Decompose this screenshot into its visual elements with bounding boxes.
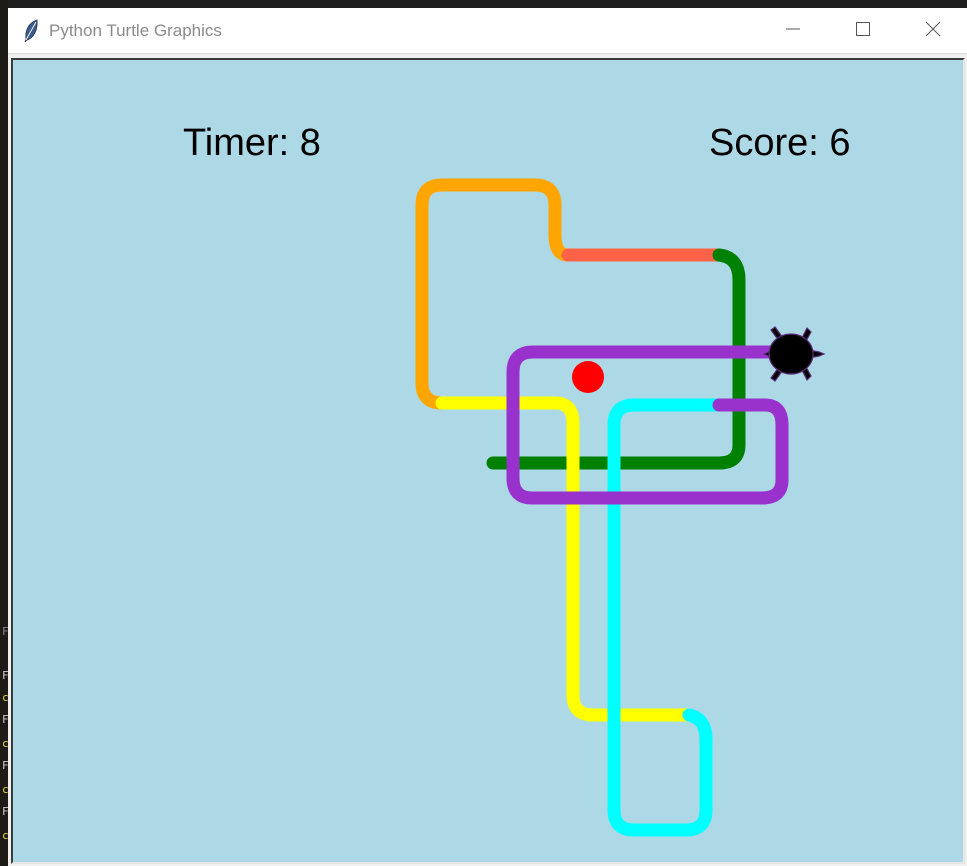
minimize-icon [785,21,801,41]
timer-label: Timer: 8 [183,122,321,164]
close-button[interactable] [898,8,967,54]
trail-segment-yellow [435,396,696,722]
score-label: Score: 6 [709,122,851,164]
background-editor-strip: F F c F c F c F c [0,0,9,866]
maximize-icon [855,21,871,41]
food-dot [572,361,604,393]
trail-segment-orange [415,178,575,410]
turtle-window: Python Turtle Graphics Timer: 8 Score: 6 [8,8,967,866]
feather-icon [22,19,40,43]
game-board: Timer: 8 Score: 6 [183,122,851,837]
title-bar[interactable]: Python Turtle Graphics [8,8,967,54]
minimize-button[interactable] [758,8,828,54]
turtle-canvas[interactable]: Timer: 8 Score: 6 [11,58,965,864]
maximize-button[interactable] [828,8,898,54]
window-title: Python Turtle Graphics [49,21,222,40]
close-icon [925,21,941,41]
turtle-icon [762,326,826,382]
